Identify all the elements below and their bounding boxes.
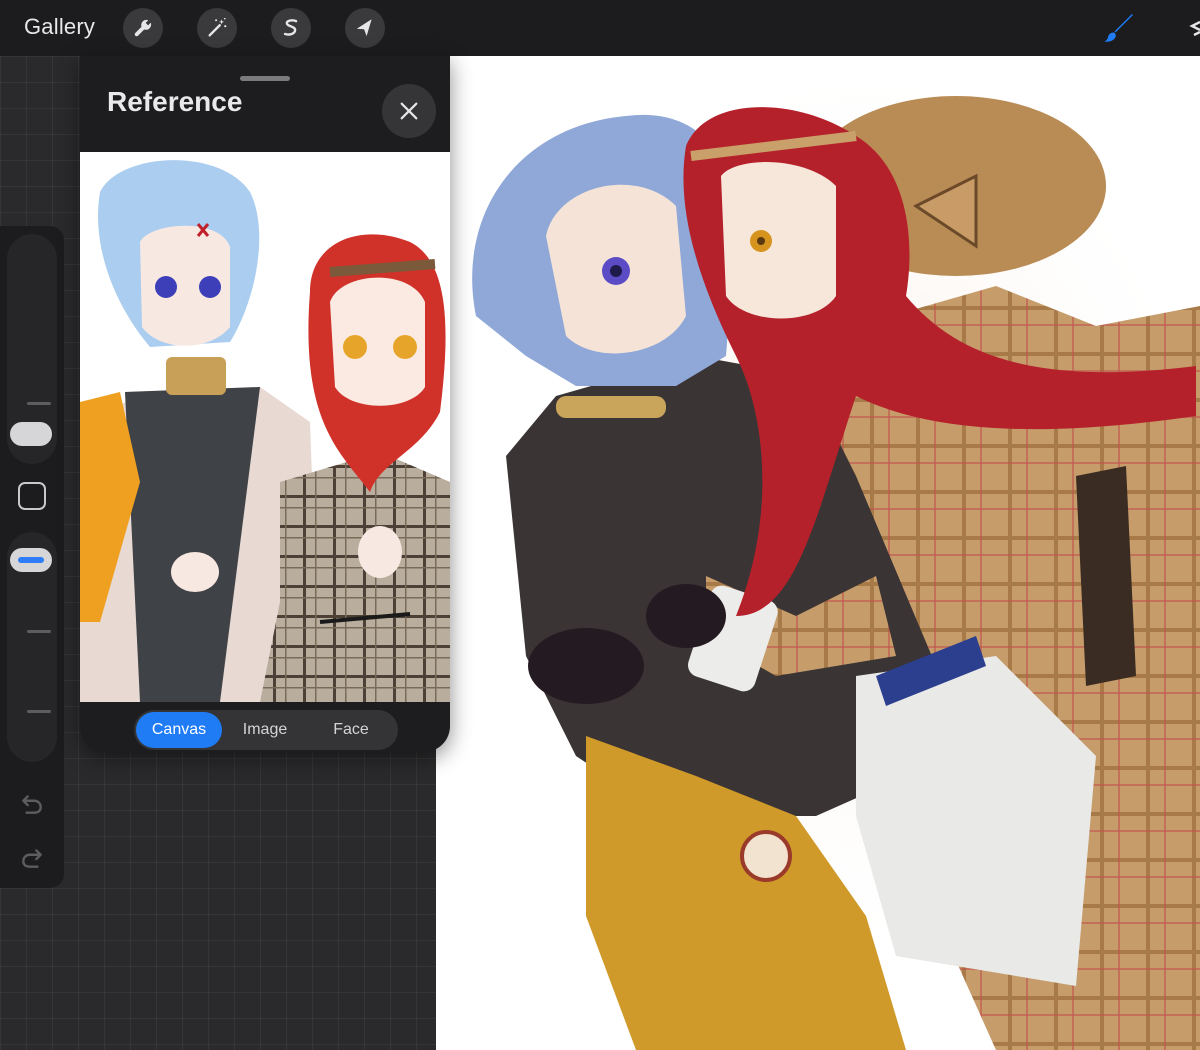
reference-artwork — [80, 160, 450, 702]
slider-tick — [27, 710, 51, 713]
redo-button[interactable] — [16, 842, 48, 874]
panel-title: Reference — [107, 86, 243, 117]
panel-grab-handle[interactable] — [240, 76, 290, 81]
opacity-thumb[interactable] — [10, 548, 52, 572]
tab-face[interactable]: Face — [308, 712, 394, 748]
canvas-artwork — [472, 56, 1200, 1050]
magic-wand-icon — [208, 17, 227, 37]
slider-tick — [27, 630, 51, 633]
gallery-button[interactable]: Gallery — [24, 14, 95, 40]
redo-icon — [22, 849, 42, 868]
brush-button[interactable] — [1096, 6, 1140, 50]
tab-image[interactable]: Image — [222, 712, 308, 748]
brush-icon — [1104, 14, 1133, 42]
arrow-cursor-icon — [356, 19, 372, 37]
modify-button[interactable] — [18, 482, 46, 510]
left-sidebar — [0, 226, 64, 888]
selection-s-icon — [283, 19, 298, 36]
slider-tick — [27, 402, 51, 405]
actions-button[interactable] — [123, 8, 163, 48]
close-icon — [400, 102, 418, 120]
layers-button[interactable] — [1186, 10, 1200, 46]
reference-mode-tabs: Canvas Image Face — [134, 710, 398, 750]
selection-button[interactable] — [271, 8, 311, 48]
close-button[interactable] — [382, 84, 436, 138]
transform-button[interactable] — [345, 8, 385, 48]
reference-panel: Reference Canvas Image Face — [80, 56, 450, 752]
wrench-icon — [134, 19, 152, 37]
reference-image[interactable] — [80, 152, 450, 702]
adjustments-button[interactable] — [197, 8, 237, 48]
layers-icon — [1189, 20, 1200, 37]
brush-size-thumb[interactable] — [10, 422, 52, 446]
undo-button[interactable] — [16, 788, 48, 820]
drawing-canvas[interactable] — [436, 56, 1200, 1050]
tab-canvas[interactable]: Canvas — [136, 712, 222, 748]
undo-icon — [22, 795, 42, 814]
top-toolbar: Gallery — [0, 0, 1200, 56]
